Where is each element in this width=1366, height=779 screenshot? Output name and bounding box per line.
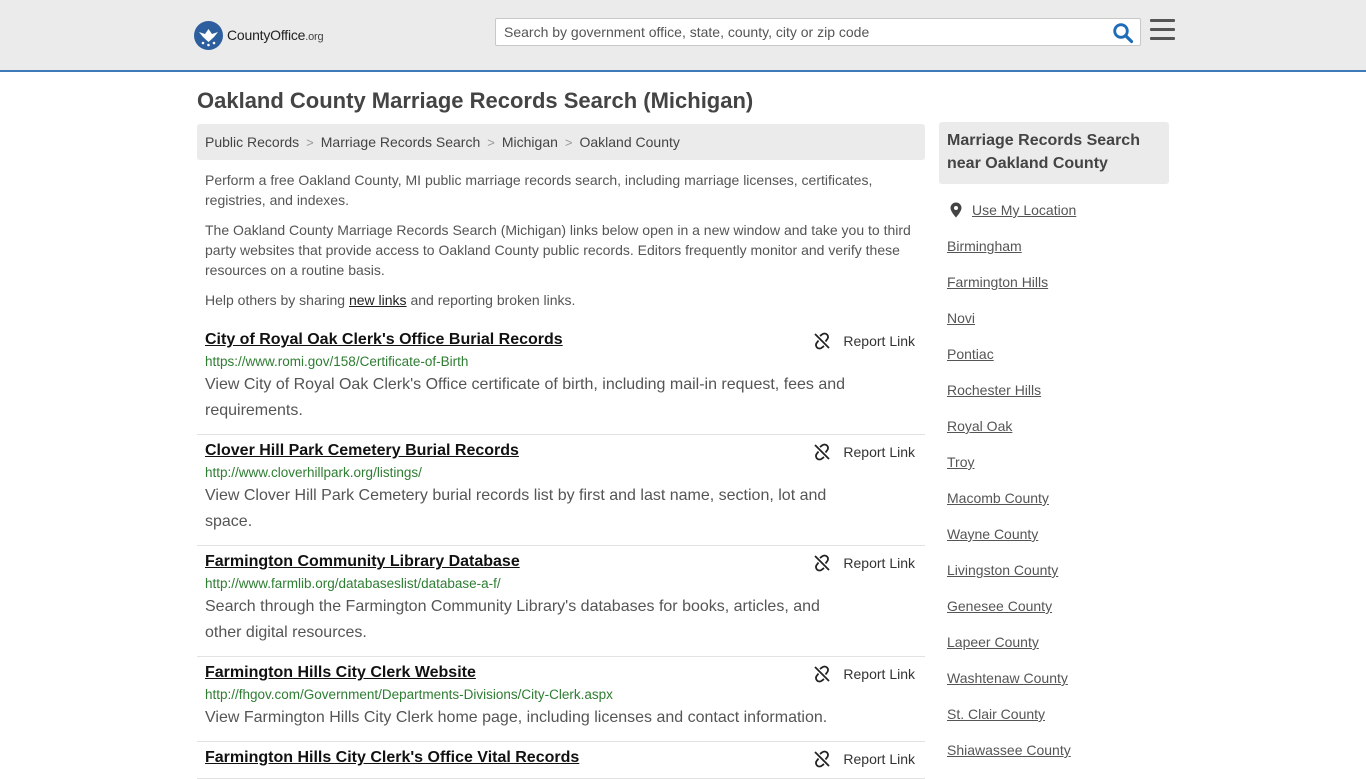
intro-text: Perform a free Oakland County, MI public… xyxy=(205,170,917,320)
intro-paragraph: Perform a free Oakland County, MI public… xyxy=(205,172,873,208)
sidebar-item-pontiac[interactable]: Pontiac xyxy=(947,342,1169,378)
broken-link-icon xyxy=(814,443,831,461)
report-link-label: Report Link xyxy=(843,444,915,460)
chevron-right-icon: > xyxy=(306,134,314,150)
result-description: Search through the Farmington Community … xyxy=(205,598,820,641)
result-item: Farmington Hills City Clerk's Office Vit… xyxy=(197,742,925,779)
result-description: View Clover Hill Park Cemetery burial re… xyxy=(205,487,827,530)
sidebar-item-livingston-county[interactable]: Livingston County xyxy=(947,558,1169,594)
sidebar-item-st-clair-county[interactable]: St. Clair County xyxy=(947,702,1169,738)
broken-link-icon xyxy=(814,750,831,768)
result-title-link[interactable]: Farmington Hills City Clerk's Office Vit… xyxy=(205,748,579,768)
site-header: CountyOffice.org xyxy=(0,0,1366,72)
result-description: View City of Royal Oak Clerk's Office ce… xyxy=(205,376,846,419)
breadcrumb-oakland-county[interactable]: Oakland County xyxy=(579,134,679,150)
result-url: http://www.farmlib.org/databaseslist/dat… xyxy=(205,576,501,591)
result-item: Farmington Hills City Clerk Website http… xyxy=(197,657,925,742)
sidebar-item-macomb-county[interactable]: Macomb County xyxy=(947,486,1169,522)
result-item: Farmington Community Library Database ht… xyxy=(197,546,925,657)
report-link-button[interactable]: Report Link xyxy=(813,443,915,461)
sidebar-item-farmington-hills[interactable]: Farmington Hills xyxy=(947,270,1169,306)
result-title-link[interactable]: Clover Hill Park Cemetery Burial Records xyxy=(205,441,519,461)
result-url: https://www.romi.gov/158/Certificate-of-… xyxy=(205,354,469,369)
result-title-link[interactable]: Farmington Community Library Database xyxy=(205,552,520,572)
broken-link-icon xyxy=(814,554,831,572)
report-link-button[interactable]: Report Link xyxy=(813,554,915,572)
report-link-button[interactable]: Report Link xyxy=(813,750,915,768)
sidebar-item-birmingham[interactable]: Birmingham xyxy=(947,234,1169,270)
map-pin-icon xyxy=(950,202,962,218)
sidebar-item-troy[interactable]: Troy xyxy=(947,450,1169,486)
result-title-link[interactable]: Farmington Hills City Clerk Website xyxy=(205,663,476,683)
new-links-link[interactable]: new links xyxy=(349,292,407,308)
search-bar xyxy=(495,18,1141,46)
report-link-button[interactable]: Report Link xyxy=(813,665,915,683)
sidebar-heading: Marriage Records Search near Oakland Cou… xyxy=(939,122,1169,184)
sidebar-item-genesee-county[interactable]: Genesee County xyxy=(947,594,1169,630)
page-title: Oakland County Marriage Records Search (… xyxy=(197,88,754,113)
result-item: Clover Hill Park Cemetery Burial Records… xyxy=(197,435,925,546)
result-url: http://www.cloverhillpark.org/listings/ xyxy=(205,465,422,480)
intro-paragraph: The Oakland County Marriage Records Sear… xyxy=(205,222,911,278)
search-input[interactable] xyxy=(496,19,1106,45)
report-link-label: Report Link xyxy=(843,751,915,767)
sidebar-item-washtenaw-county[interactable]: Washtenaw County xyxy=(947,666,1169,702)
search-icon[interactable] xyxy=(1112,22,1134,44)
use-my-location-link[interactable]: Use My Location xyxy=(972,202,1076,218)
breadcrumb: Public Records > Marriage Records Search… xyxy=(197,124,925,160)
sidebar-item-shiawassee-county[interactable]: Shiawassee County xyxy=(947,738,1169,774)
sidebar-item-lapeer-county[interactable]: Lapeer County xyxy=(947,630,1169,666)
use-location-row: Use My Location xyxy=(947,198,1169,222)
result-url: http://fhgov.com/Government/Departments-… xyxy=(205,687,613,702)
breadcrumb-marriage-records[interactable]: Marriage Records Search xyxy=(321,134,481,150)
broken-link-icon xyxy=(814,665,831,683)
breadcrumb-michigan[interactable]: Michigan xyxy=(502,134,558,150)
site-logo[interactable]: CountyOffice.org xyxy=(194,20,324,50)
intro-share-note: Help others by sharing new links and rep… xyxy=(205,292,576,308)
report-link-label: Report Link xyxy=(843,666,915,682)
sidebar-item-novi[interactable]: Novi xyxy=(947,306,1169,342)
results-list: City of Royal Oak Clerk's Office Burial … xyxy=(197,324,925,779)
chevron-right-icon: > xyxy=(487,134,495,150)
report-link-label: Report Link xyxy=(843,555,915,571)
report-link-button[interactable]: Report Link xyxy=(813,332,915,350)
result-item: City of Royal Oak Clerk's Office Burial … xyxy=(197,324,925,435)
result-description: View Farmington Hills City Clerk home pa… xyxy=(205,709,828,726)
sidebar-item-rochester-hills[interactable]: Rochester Hills xyxy=(947,378,1169,414)
hamburger-menu-icon[interactable] xyxy=(1150,19,1175,41)
report-link-label: Report Link xyxy=(843,333,915,349)
logo-wordmark: CountyOffice.org xyxy=(227,27,324,43)
breadcrumb-public-records[interactable]: Public Records xyxy=(205,134,299,150)
sidebar-item-royal-oak[interactable]: Royal Oak xyxy=(947,414,1169,450)
chevron-right-icon: > xyxy=(564,134,573,150)
result-title-link[interactable]: City of Royal Oak Clerk's Office Burial … xyxy=(205,330,563,350)
nearby-locations-list: Use My Location Birmingham Farmington Hi… xyxy=(947,198,1169,774)
sidebar-item-wayne-county[interactable]: Wayne County xyxy=(947,522,1169,558)
eagle-logo-icon xyxy=(194,20,223,50)
broken-link-icon xyxy=(814,332,831,350)
